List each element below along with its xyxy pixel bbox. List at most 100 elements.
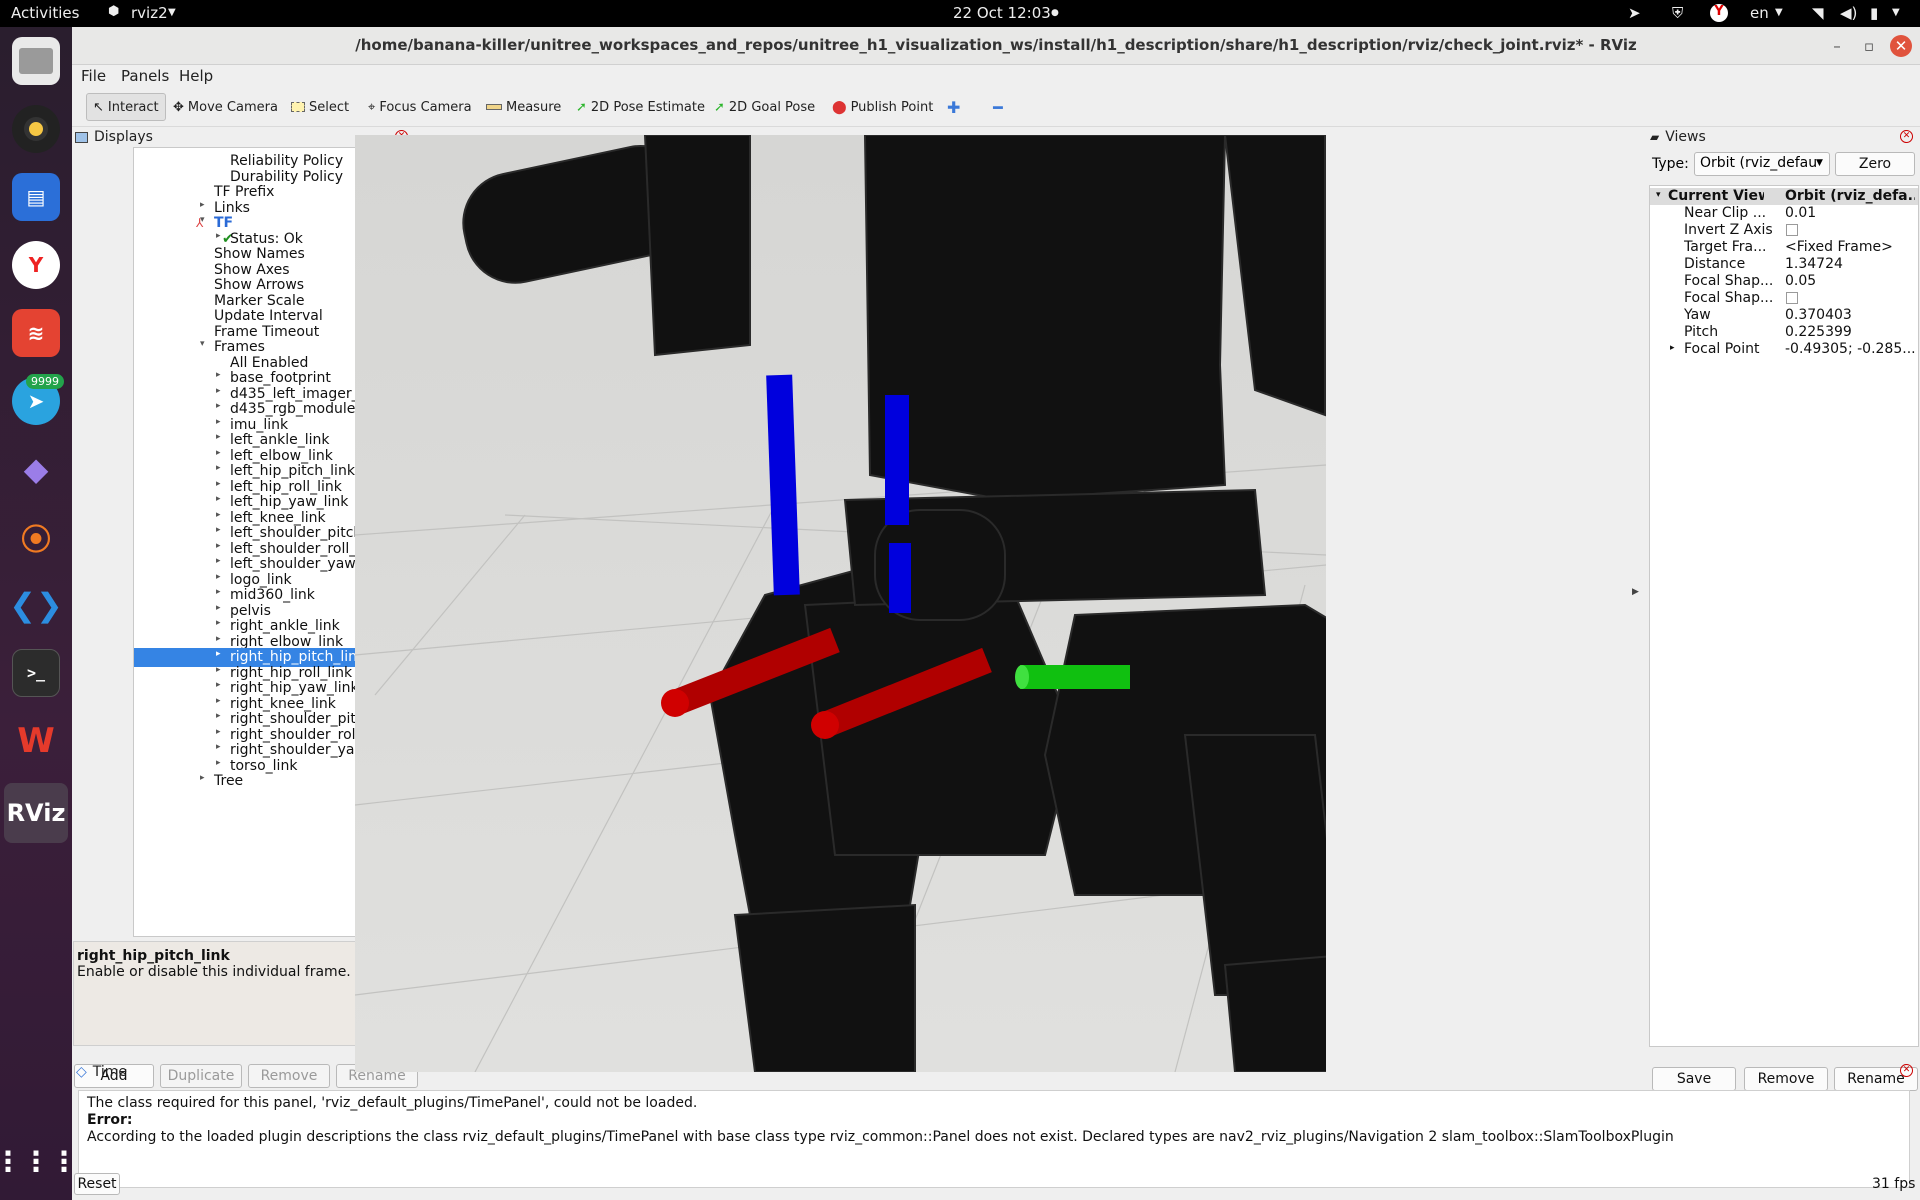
publish-point-tool[interactable]: ⬤ Publish Point bbox=[826, 93, 939, 121]
view-property-value[interactable]: 0.225399 bbox=[1785, 324, 1915, 340]
expand-arrow-icon[interactable]: ▸ bbox=[216, 727, 221, 737]
menu-file[interactable]: File bbox=[81, 67, 106, 85]
pose-estimate-tool[interactable]: ➚ 2D Pose Estimate bbox=[570, 93, 711, 121]
expand-arrow-icon[interactable]: ▸ bbox=[216, 680, 221, 690]
maximize-icon[interactable]: ▫ bbox=[1858, 35, 1880, 57]
collapse-right-icon[interactable]: ▶ bbox=[1632, 587, 1639, 597]
goal-pose-tool[interactable]: ➚ 2D Goal Pose bbox=[708, 93, 821, 121]
vscode-icon[interactable]: ❮❯ bbox=[9, 581, 63, 629]
view-property-row[interactable]: Near Clip ... 0.01 bbox=[1650, 205, 1918, 222]
add-tool-icon[interactable]: ✚ bbox=[941, 93, 966, 121]
expand-arrow-icon[interactable]: ▸ bbox=[216, 696, 221, 706]
expand-arrow-icon[interactable]: ▸ bbox=[216, 572, 221, 582]
expand-arrow-icon[interactable]: ▸ bbox=[200, 773, 205, 783]
close-views-icon[interactable]: ✕ bbox=[1900, 130, 1913, 143]
views-remove-button[interactable]: Remove bbox=[1744, 1067, 1828, 1091]
view-property-row[interactable]: Pitch 0.225399 bbox=[1650, 324, 1918, 341]
expand-arrow-icon[interactable]: ▸ bbox=[216, 401, 221, 411]
view-checkbox[interactable] bbox=[1786, 224, 1798, 236]
expand-arrow-icon[interactable]: ▸ bbox=[1670, 343, 1675, 353]
move-camera-tool[interactable]: ✥ Move Camera bbox=[167, 93, 284, 121]
expand-arrow-icon[interactable]: ▸ bbox=[216, 370, 221, 380]
expand-arrow-icon[interactable]: ▸ bbox=[216, 417, 221, 427]
expand-arrow-icon[interactable]: ▸ bbox=[216, 510, 221, 520]
yandex-tray-icon[interactable]: Y bbox=[1710, 4, 1728, 22]
menu-help[interactable]: Help bbox=[179, 67, 213, 85]
view-property-value[interactable]: 1.34724 bbox=[1785, 256, 1915, 272]
expand-arrow-icon[interactable]: ▸ bbox=[216, 448, 221, 458]
battery-icon[interactable]: ▮ bbox=[1870, 4, 1878, 22]
language-indicator[interactable]: en bbox=[1750, 4, 1769, 22]
measure-tool[interactable]: Measure bbox=[480, 93, 567, 121]
view-property-value[interactable]: 0.370403 bbox=[1785, 307, 1915, 323]
view-property-value[interactable]: -0.49305; -0.285... bbox=[1785, 341, 1915, 357]
podcast-icon[interactable]: ⦿ bbox=[12, 513, 60, 561]
document-viewer-icon[interactable]: ▤ bbox=[12, 173, 60, 221]
view-property-value[interactable]: <Fixed Frame> bbox=[1785, 239, 1915, 255]
app-menu[interactable]: rviz2 bbox=[131, 4, 168, 22]
rviz-dock-icon[interactable]: RViz bbox=[4, 783, 68, 843]
close-icon[interactable]: ✕ bbox=[1890, 35, 1912, 57]
views-save-button[interactable]: Save bbox=[1652, 1067, 1736, 1091]
activities-button[interactable]: Activities bbox=[11, 4, 79, 22]
remove-display-button[interactable]: Remove bbox=[248, 1064, 330, 1088]
view-property-row[interactable]: Target Fra... <Fixed Frame> bbox=[1650, 239, 1918, 256]
zero-button[interactable]: Zero bbox=[1835, 152, 1915, 176]
expand-arrow-icon[interactable]: ▸ bbox=[216, 711, 221, 721]
view-property-row[interactable]: ▾ Current View Orbit (rviz_defa... bbox=[1650, 188, 1918, 205]
wps-office-icon[interactable]: W bbox=[12, 717, 60, 765]
view-property-row[interactable]: ▸ Focal Point -0.49305; -0.285... bbox=[1650, 341, 1918, 358]
expand-arrow-icon[interactable]: ▸ bbox=[216, 742, 221, 752]
view-property-value[interactable]: Orbit (rviz_defa... bbox=[1785, 188, 1915, 204]
remove-tool-icon[interactable]: ━ bbox=[987, 93, 1009, 121]
focus-camera-tool[interactable]: ⌖ Focus Camera bbox=[362, 93, 478, 121]
wifi-icon[interactable]: ◥ bbox=[1812, 4, 1824, 22]
reset-button[interactable]: Reset bbox=[74, 1173, 120, 1195]
expand-arrow-icon[interactable]: ▸ bbox=[216, 479, 221, 489]
view-property-value[interactable]: 0.05 bbox=[1785, 273, 1915, 289]
interact-tool[interactable]: ↖ Interact bbox=[86, 93, 166, 121]
view-property-row[interactable]: Focal Shap... bbox=[1650, 290, 1918, 307]
terminal-icon[interactable]: >_ bbox=[12, 649, 60, 697]
rhythmbox-icon[interactable] bbox=[12, 105, 60, 153]
telegram-tray-icon[interactable]: ➤ bbox=[1628, 4, 1641, 22]
view-property-row[interactable]: Focal Shap... 0.05 bbox=[1650, 273, 1918, 290]
yandex-browser-icon[interactable]: Y bbox=[12, 241, 60, 289]
view-checkbox[interactable] bbox=[1786, 292, 1798, 304]
expand-arrow-icon[interactable]: ▸ bbox=[216, 634, 221, 644]
shield-tray-icon[interactable]: ⛨ bbox=[1672, 4, 1683, 22]
expand-arrow-icon[interactable]: ▸ bbox=[200, 200, 205, 210]
expand-arrow-icon[interactable]: ▸ bbox=[216, 463, 221, 473]
expand-arrow-icon[interactable]: ▸ bbox=[216, 649, 221, 659]
expand-arrow-icon[interactable]: ▸ bbox=[216, 525, 221, 535]
obsidian-icon[interactable]: ◆ bbox=[12, 445, 60, 493]
expand-arrow-icon[interactable]: ▸ bbox=[216, 758, 221, 768]
expand-arrow-icon[interactable]: ▸ bbox=[216, 541, 221, 551]
view-property-row[interactable]: Yaw 0.370403 bbox=[1650, 307, 1918, 324]
expand-arrow-icon[interactable]: ▸ bbox=[216, 587, 221, 597]
expand-arrow-icon[interactable]: ▸ bbox=[216, 603, 221, 613]
expand-arrow-icon[interactable]: ▸ bbox=[216, 556, 221, 566]
view-type-select[interactable]: Orbit (rviz_defau bbox=[1694, 152, 1830, 176]
todoist-icon[interactable]: ≋ bbox=[12, 309, 60, 357]
volume-icon[interactable]: ◀) bbox=[1840, 4, 1857, 22]
duplicate-display-button[interactable]: Duplicate bbox=[160, 1064, 242, 1088]
view-property-value[interactable]: 0.01 bbox=[1785, 205, 1915, 221]
collapse-arrow-icon[interactable]: ▾ bbox=[200, 339, 205, 349]
close-time-icon[interactable]: ✕ bbox=[1900, 1064, 1913, 1077]
expand-arrow-icon[interactable]: ▸ bbox=[216, 494, 221, 504]
show-apps-icon[interactable]: ⋮⋮⋮ bbox=[0, 1137, 78, 1185]
minimize-icon[interactable]: – bbox=[1826, 35, 1848, 57]
clock[interactable]: 22 Oct 12:03 bbox=[953, 4, 1051, 22]
select-tool[interactable]: Select bbox=[285, 93, 355, 121]
render-viewport[interactable] bbox=[355, 135, 1326, 1072]
expand-arrow-icon[interactable]: ▸ bbox=[216, 665, 221, 675]
collapse-arrow-icon[interactable]: ▾ bbox=[1656, 190, 1661, 200]
view-property-row[interactable]: Distance 1.34724 bbox=[1650, 256, 1918, 273]
view-property-row[interactable]: Invert Z Axis bbox=[1650, 222, 1918, 239]
expand-arrow-icon[interactable]: ▸ bbox=[216, 231, 221, 241]
expand-arrow-icon[interactable]: ▸ bbox=[216, 386, 221, 396]
expand-arrow-icon[interactable]: ▸ bbox=[216, 618, 221, 628]
expand-arrow-icon[interactable]: ▸ bbox=[216, 432, 221, 442]
menu-panels[interactable]: Panels bbox=[121, 67, 169, 85]
